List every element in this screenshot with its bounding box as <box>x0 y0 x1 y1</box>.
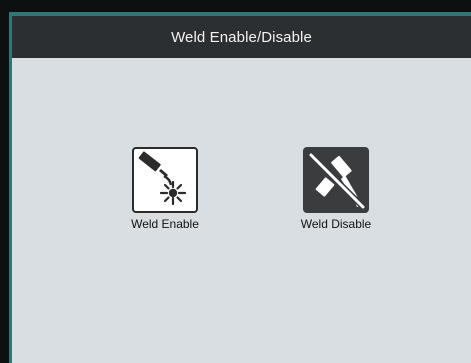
weld-enable-button[interactable]: Weld Enable <box>105 147 225 231</box>
weld-torch-spark-icon <box>132 147 198 213</box>
weld-disable-button[interactable]: Weld Disable <box>276 147 396 231</box>
weld-torch-disabled-icon <box>303 147 369 213</box>
app-frame: Weld Enable/Disable Weld Enable Weld Dis… <box>0 0 471 363</box>
window-title: Weld Enable/Disable <box>171 28 312 46</box>
weld-disable-label: Weld Disable <box>300 217 372 231</box>
weld-enable-label: Weld Enable <box>131 217 199 231</box>
title-bar: Weld Enable/Disable <box>12 16 471 58</box>
main-content: Weld Enable Weld Disable <box>12 58 471 363</box>
